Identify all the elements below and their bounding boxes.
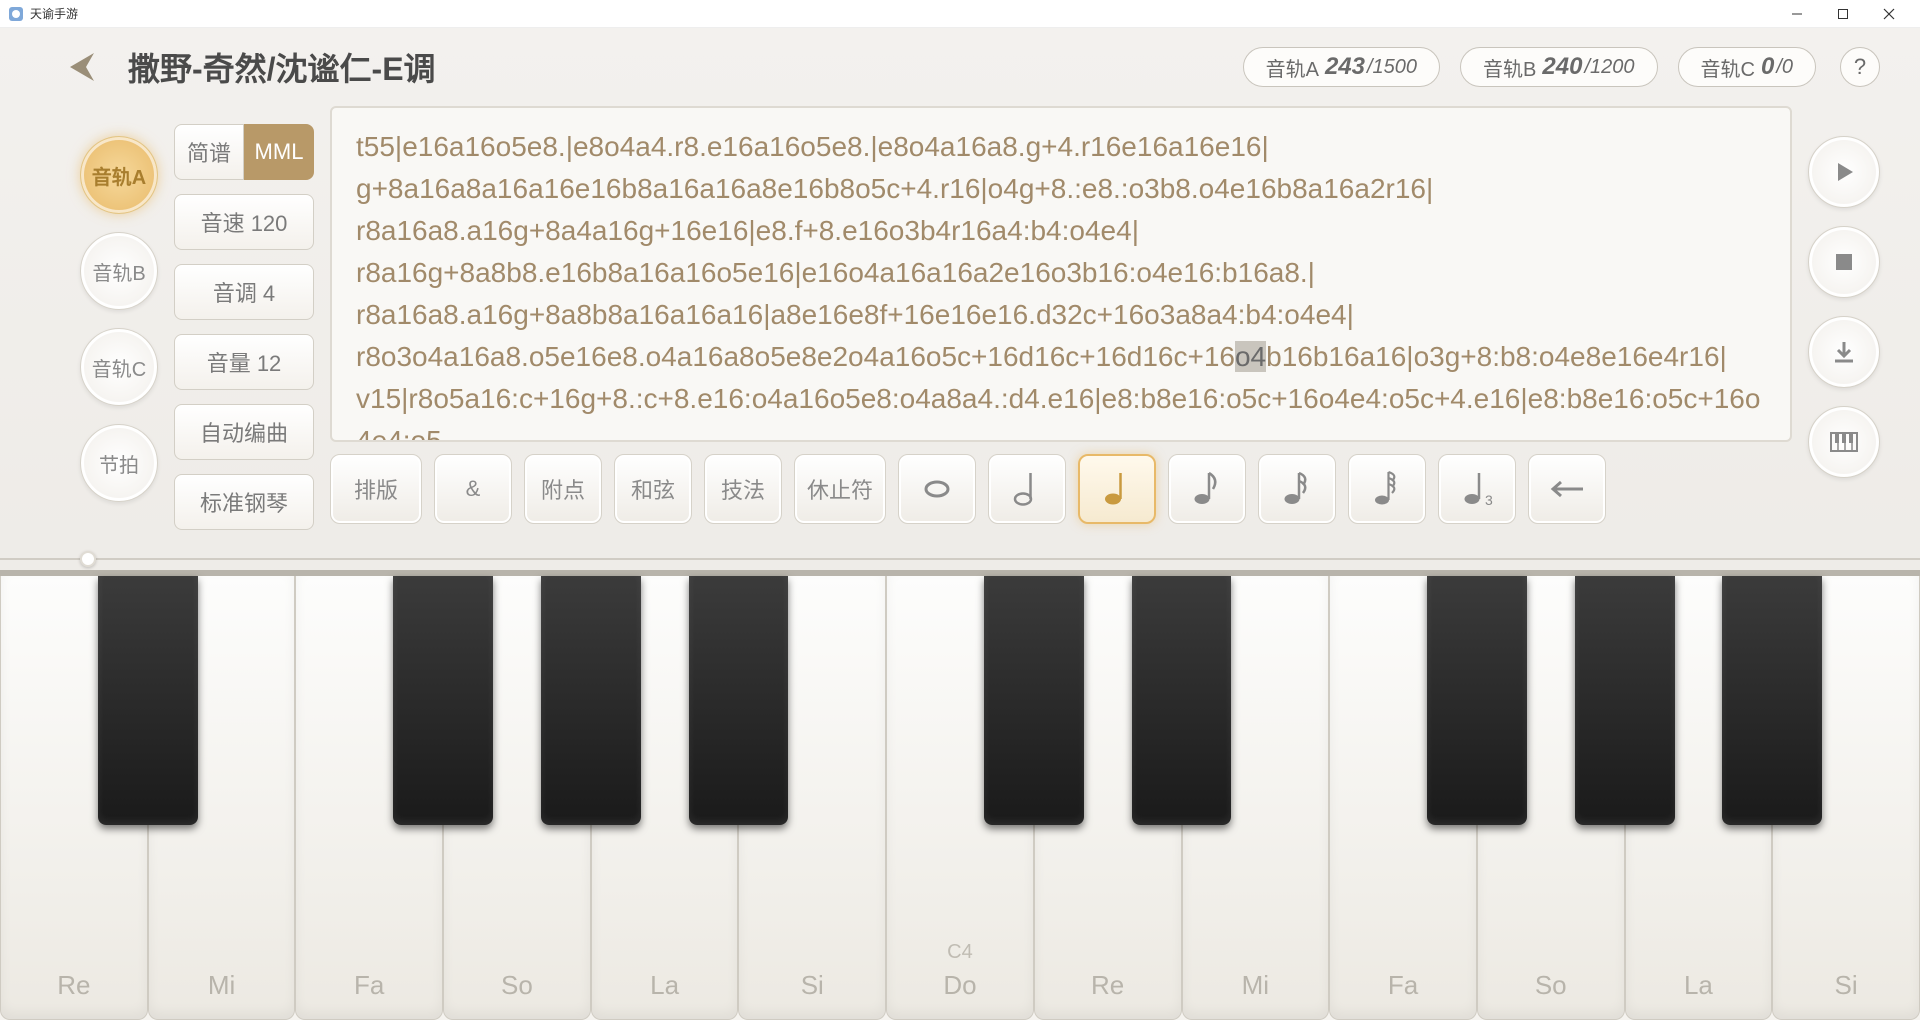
speed-button[interactable]: 音速 120 (174, 194, 314, 250)
track-c-pill[interactable]: 音轨C 0 /0 (1678, 47, 1817, 87)
track-a-count: 243 (1325, 53, 1365, 81)
sixteenth-note-button[interactable] (1258, 454, 1336, 524)
select-track-c-button[interactable]: 音轨C (80, 328, 158, 406)
track-c-label: 音轨C (1701, 53, 1755, 82)
track-c-count: 0 (1761, 53, 1774, 81)
select-track-a-button[interactable]: 音轨A (80, 136, 158, 214)
half-note-icon (1011, 469, 1043, 509)
select-track-b-button[interactable]: 音轨B (80, 232, 158, 310)
black-key-3[interactable] (541, 576, 641, 825)
whole-note-icon (921, 469, 953, 509)
app-icon (8, 6, 24, 22)
track-a-max: /1500 (1367, 56, 1417, 79)
white-key-label: Fa (354, 970, 384, 1001)
black-key-10[interactable] (1575, 576, 1675, 825)
black-key-6[interactable] (984, 576, 1084, 825)
mml-cursor-selection: o4 (1235, 341, 1266, 372)
whole-note-button[interactable] (898, 454, 976, 524)
tab-jianpu[interactable]: 简谱 (174, 124, 244, 180)
tab-mml[interactable]: MML (244, 124, 314, 180)
white-key-label: Si (1835, 970, 1858, 1001)
close-button[interactable] (1866, 0, 1912, 28)
eighth-note-button[interactable] (1168, 454, 1246, 524)
white-key-label: Re (57, 970, 90, 1001)
toolbar: 排版 & 附点 和弦 技法 休止符 (330, 454, 1792, 524)
playback-column (1808, 106, 1880, 530)
track-b-pill[interactable]: 音轨B 240 /1200 (1460, 47, 1657, 87)
window-title: 天谕手游 (30, 5, 78, 22)
black-key-0[interactable] (98, 576, 198, 825)
track-b-label: 音轨B (1483, 53, 1536, 82)
stop-button[interactable] (1808, 226, 1880, 298)
help-button[interactable]: ? (1840, 47, 1880, 87)
download-icon (1831, 339, 1857, 365)
white-key-label: Si (801, 970, 824, 1001)
chord-button[interactable]: 和弦 (614, 454, 692, 524)
black-key-4[interactable] (689, 576, 789, 825)
dotted-button[interactable]: 附点 (524, 454, 602, 524)
scrub-bar[interactable] (0, 548, 1920, 570)
scrub-track (0, 558, 1920, 560)
keyboard-toggle-button[interactable] (1808, 406, 1880, 478)
white-key-label: Fa (1388, 970, 1418, 1001)
notation-tabs: 简谱 MML (174, 124, 314, 180)
tempo-button[interactable]: 节拍 (80, 424, 158, 502)
maximize-button[interactable] (1820, 0, 1866, 28)
c4-label: C4 (947, 941, 973, 964)
os-titlebar: 天谕手游 (0, 0, 1920, 28)
pitch-button[interactable]: 音调 4 (174, 264, 314, 320)
rest-button[interactable]: 休止符 (794, 454, 886, 524)
volume-button[interactable]: 音量 12 (174, 334, 314, 390)
quarter-note-button[interactable] (1078, 454, 1156, 524)
instrument-button[interactable]: 标准钢琴 (174, 474, 314, 530)
sixteenth-note-icon (1281, 469, 1313, 509)
white-key-label: So (501, 970, 533, 1001)
keyboard-icon (1830, 432, 1858, 452)
track-b-max: /1200 (1584, 56, 1634, 79)
svg-text:3: 3 (1485, 492, 1493, 508)
white-key-label: La (1684, 970, 1713, 1001)
quarter-note-icon (1101, 469, 1133, 509)
technique-button[interactable]: 技法 (704, 454, 782, 524)
play-button[interactable] (1808, 136, 1880, 208)
white-key-label: Mi (208, 970, 235, 1001)
white-key-label: Do (943, 970, 976, 1001)
thirtysecond-note-icon (1371, 469, 1403, 509)
piano-keyboard: Re Mi Fa So La Si C4 Do Re Mi Fa So La Si (0, 570, 1920, 1020)
track-c-max: /0 (1776, 56, 1793, 79)
track-b-count: 240 (1542, 53, 1582, 81)
format-button[interactable]: 排版 (330, 454, 422, 524)
half-note-button[interactable] (988, 454, 1066, 524)
settings-column: 简谱 MML 音速 120 音调 4 音量 12 自动编曲 标准钢琴 (174, 106, 314, 530)
triplet-icon: 3 (1461, 469, 1493, 509)
white-key-label: Mi (1242, 970, 1269, 1001)
white-key-label: Re (1091, 970, 1124, 1001)
track-a-label: 音轨A (1266, 53, 1319, 82)
song-title: 撒野-奇然/沈谧仁-E调 (128, 44, 436, 90)
black-key-11[interactable] (1722, 576, 1822, 825)
mml-editor[interactable]: t55|e16a16o5e8.|e8o4a4.r8.e16a16o5e8.|e8… (330, 106, 1792, 442)
back-button[interactable] (60, 43, 108, 91)
black-key-7[interactable] (1132, 576, 1232, 825)
download-button[interactable] (1808, 316, 1880, 388)
thirtysecond-note-button[interactable] (1348, 454, 1426, 524)
track-a-pill[interactable]: 音轨A 243 /1500 (1243, 47, 1440, 87)
track-selector-column: 音轨A 音轨B 音轨C 节拍 (80, 106, 158, 530)
eighth-note-icon (1191, 469, 1223, 509)
black-key-9[interactable] (1427, 576, 1527, 825)
triplet-button[interactable]: 3 (1438, 454, 1516, 524)
tie-button[interactable]: & (434, 454, 512, 524)
black-key-2[interactable] (393, 576, 493, 825)
white-key-label: So (1535, 970, 1567, 1001)
scrub-handle[interactable] (80, 551, 96, 567)
white-key-label: La (650, 970, 679, 1001)
stop-icon (1833, 251, 1855, 273)
app-header: 撒野-奇然/沈谧仁-E调 音轨A 243 /1500 音轨B 240 /1200… (0, 28, 1920, 106)
backspace-icon (1549, 479, 1585, 499)
backspace-button[interactable] (1528, 454, 1606, 524)
minimize-button[interactable] (1774, 0, 1820, 28)
play-icon (1831, 159, 1857, 185)
auto-compose-button[interactable]: 自动编曲 (174, 404, 314, 460)
